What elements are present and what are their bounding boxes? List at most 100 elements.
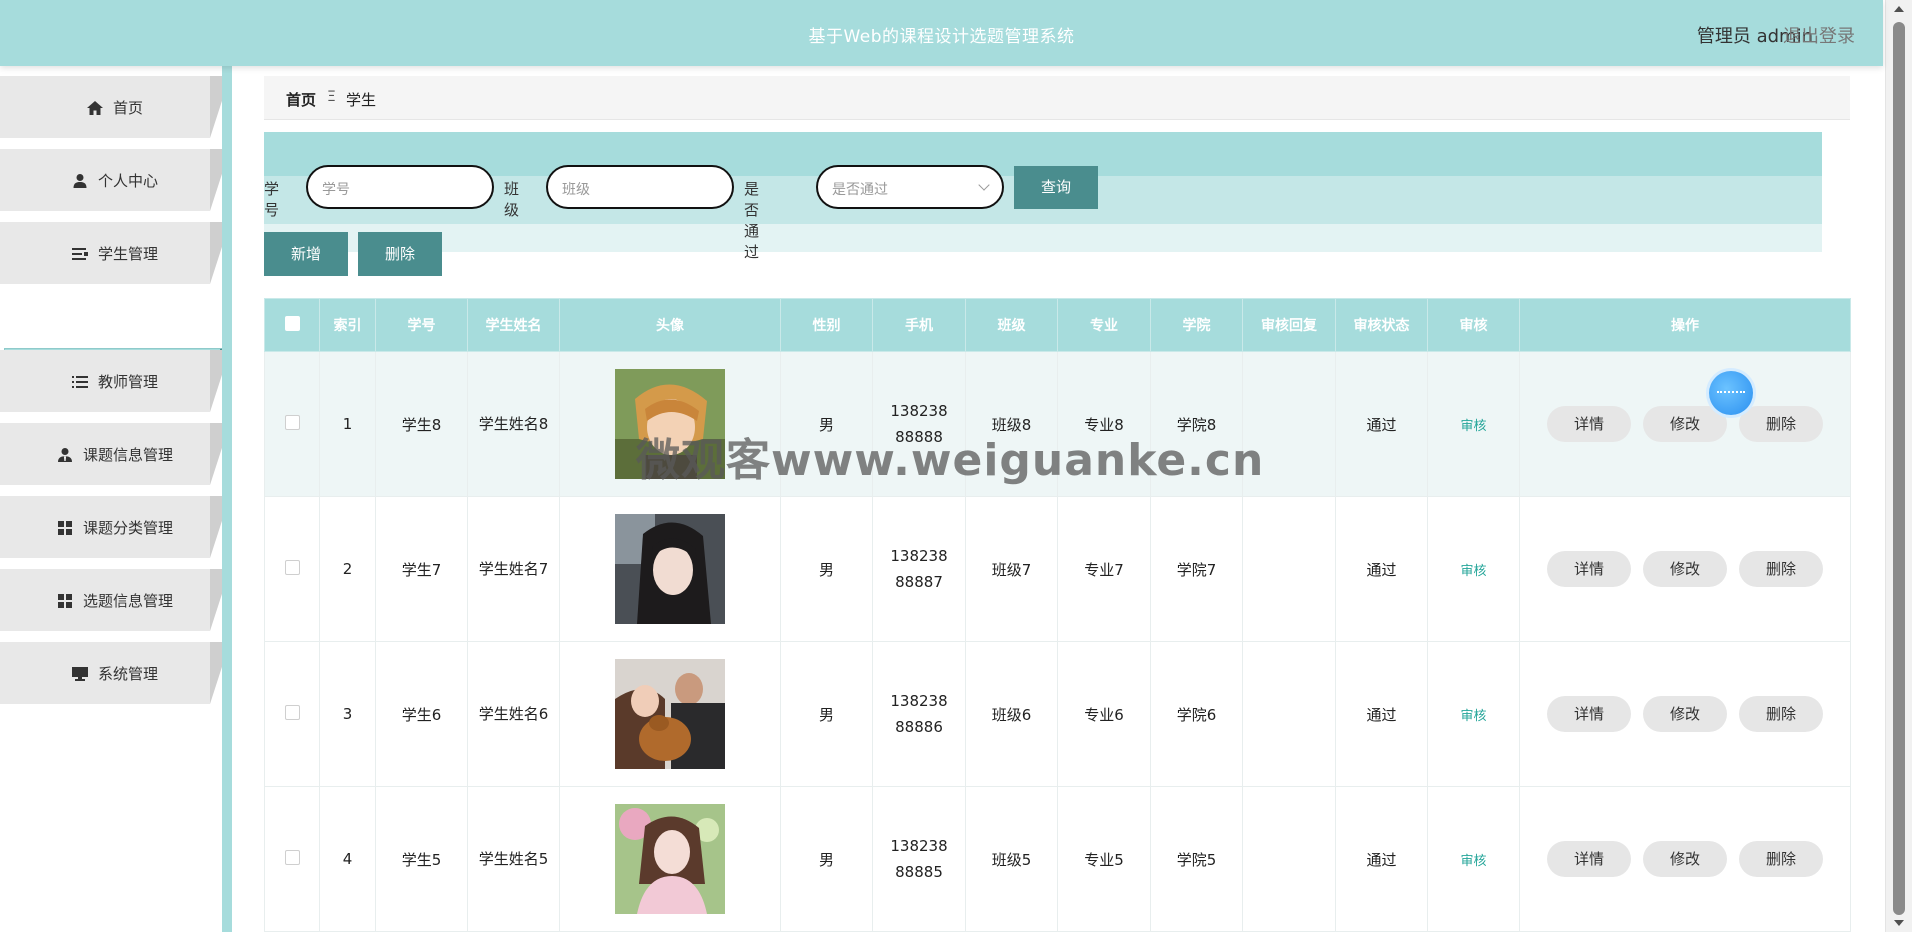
phone-cell: 13823888887 xyxy=(872,496,966,642)
edit-button[interactable]: 修改 xyxy=(1643,551,1727,587)
row-checkbox[interactable] xyxy=(284,704,300,720)
major-cell: 专业5 xyxy=(1057,786,1151,932)
detail-button[interactable]: 详情 xyxy=(1547,696,1631,732)
detail-button[interactable]: 详情 xyxy=(1547,551,1631,587)
reply-cell xyxy=(1242,786,1336,932)
scroll-down-arrow-icon[interactable] xyxy=(1894,920,1904,926)
table-row: 2 学生7 学生姓名7 男 13823888887 班级7 专业7 学院7 通过… xyxy=(264,496,1851,642)
student-id-input[interactable]: 学号 xyxy=(306,165,494,209)
college-cell: 学院7 xyxy=(1150,496,1243,642)
breadcrumb-current: 学生 xyxy=(346,91,377,109)
table-header-row: 索引 学号 学生姓名 头像 性别 手机 班级 专业 学院 审核回复 审核状态 审… xyxy=(264,298,1851,352)
gender-cell: 男 xyxy=(780,496,873,642)
delete-button[interactable]: 删除 xyxy=(1739,841,1823,877)
batch-delete-button[interactable]: 删除 xyxy=(358,232,442,276)
grid-icon xyxy=(57,521,72,535)
reply-cell xyxy=(1242,641,1336,787)
sidebar-item-selection-info-management[interactable]: 选题信息管理 xyxy=(0,569,230,631)
student-id-cell: 学生8 xyxy=(375,351,468,497)
reply-cell xyxy=(1242,496,1336,642)
avatar[interactable] xyxy=(615,804,725,914)
sidebar-item-system-management[interactable]: 系统管理 xyxy=(0,642,230,704)
select-all-cell xyxy=(264,298,320,352)
breadcrumb-home[interactable]: 首页 xyxy=(286,89,316,110)
audit-link[interactable]: 审核 xyxy=(1460,709,1486,724)
detail-button[interactable]: 详情 xyxy=(1547,406,1631,442)
user-tie-icon xyxy=(57,448,72,462)
delete-button[interactable]: 删除 xyxy=(1739,696,1823,732)
major-cell: 专业7 xyxy=(1057,496,1151,642)
college-cell: 学院8 xyxy=(1150,351,1243,497)
sidebar-item-teacher-management[interactable]: 教师管理 xyxy=(0,350,230,412)
delete-button[interactable]: 删除 xyxy=(1739,406,1823,442)
detail-button[interactable]: 详情 xyxy=(1547,841,1631,877)
audit-cell: 审核 xyxy=(1427,641,1520,787)
audit-link[interactable]: 审核 xyxy=(1460,419,1486,434)
audit-link[interactable]: 审核 xyxy=(1460,564,1486,579)
name-cell: 学生姓名8 xyxy=(467,351,560,497)
table-row: 3 学生6 学生姓名6 男 13823888886 班级6 专业6 学院6 通过… xyxy=(264,641,1851,787)
phone-text: 13823888885 xyxy=(890,837,948,881)
sidebar-item-student-management[interactable]: 学生管理 xyxy=(0,222,230,284)
app-title: 基于Web的课程设计选题管理系统 xyxy=(808,27,1075,47)
chevron-down-icon xyxy=(978,179,990,191)
floating-assistant-icon[interactable] xyxy=(1709,371,1753,415)
scroll-up-arrow-icon[interactable] xyxy=(1894,6,1904,12)
sidebar-item-home[interactable]: 首页 xyxy=(0,76,230,138)
edit-button[interactable]: 修改 xyxy=(1643,841,1727,877)
query-button[interactable]: 查询 xyxy=(1014,166,1098,209)
sidebar-item-profile[interactable]: 个人中心 xyxy=(0,149,230,211)
gender-cell: 男 xyxy=(780,641,873,787)
row-select-cell xyxy=(264,786,320,932)
logout-link[interactable]: 退出登录 xyxy=(1783,22,1855,48)
column-header: 头像 xyxy=(559,298,781,352)
sidebar-item-label: 个人中心 xyxy=(97,172,158,190)
edit-button[interactable]: 修改 xyxy=(1643,696,1727,732)
index-cell: 1 xyxy=(319,351,376,497)
column-header: 性别 xyxy=(780,298,873,352)
select-all-checkbox[interactable] xyxy=(284,315,300,331)
edit-button[interactable]: 修改 xyxy=(1643,406,1727,442)
class-cell: 班级7 xyxy=(965,496,1058,642)
avatar[interactable] xyxy=(615,369,725,479)
name-cell: 学生姓名7 xyxy=(467,496,560,642)
status-cell: 通过 xyxy=(1335,496,1428,642)
sidebar-item-label: 系统管理 xyxy=(97,665,158,683)
delete-button[interactable]: 删除 xyxy=(1739,551,1823,587)
column-header: 班级 xyxy=(965,298,1058,352)
gender-cell: 男 xyxy=(780,351,873,497)
add-button[interactable]: 新增 xyxy=(264,232,348,276)
column-header: 学号 xyxy=(375,298,468,352)
home-icon xyxy=(86,101,103,115)
name-text: 学生姓名5 xyxy=(478,850,549,868)
actions-cell: 详情 修改 删除 xyxy=(1519,496,1851,642)
index-cell: 2 xyxy=(319,496,376,642)
passed-select[interactable]: 是否通过 xyxy=(816,165,1004,209)
column-header: 手机 xyxy=(872,298,966,352)
audit-link[interactable]: 审核 xyxy=(1460,854,1486,869)
name-cell: 学生姓名6 xyxy=(467,641,560,787)
avatar[interactable] xyxy=(615,659,725,769)
sidebar-item-topic-category-management[interactable]: 课题分类管理 xyxy=(0,496,230,558)
vertical-scrollbar[interactable] xyxy=(1885,0,1912,932)
column-header: 审核状态 xyxy=(1335,298,1428,352)
sidebar-item-topic-info-management[interactable]: 课题信息管理 xyxy=(0,423,230,485)
table-row: 4 学生5 学生姓名5 男 13823888885 班级5 专业5 学院5 通过 xyxy=(264,786,1851,932)
column-header: 操作 xyxy=(1519,298,1851,352)
row-checkbox[interactable] xyxy=(284,414,300,430)
avatar-cell xyxy=(559,786,781,932)
column-header: 学生姓名 xyxy=(467,298,560,352)
grid-icon xyxy=(57,594,72,608)
monitor-icon xyxy=(71,667,88,681)
student-id-cell: 学生5 xyxy=(375,786,468,932)
column-header: 审核回复 xyxy=(1242,298,1336,352)
status-cell: 通过 xyxy=(1335,786,1428,932)
row-checkbox[interactable] xyxy=(284,559,300,575)
avatar[interactable] xyxy=(615,514,725,624)
class-cell: 班级5 xyxy=(965,786,1058,932)
class-input[interactable]: 班级 xyxy=(546,165,734,209)
class-label: 班级 xyxy=(504,180,520,219)
row-checkbox[interactable] xyxy=(284,849,300,865)
scrollbar-thumb[interactable] xyxy=(1893,22,1905,915)
college-cell: 学院6 xyxy=(1150,641,1243,787)
